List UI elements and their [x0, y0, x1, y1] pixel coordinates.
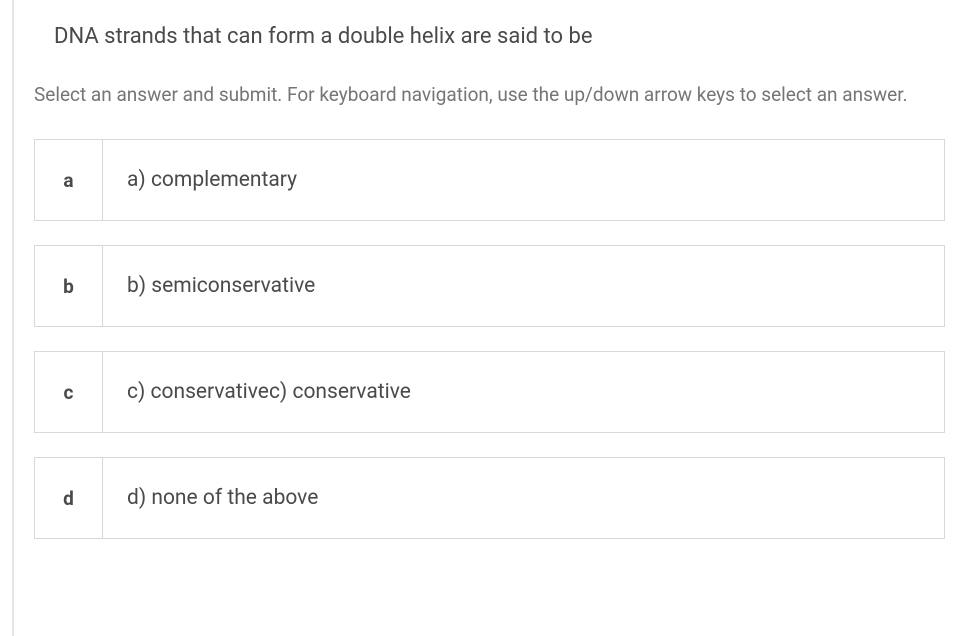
question-text: DNA strands that can form a double helix…: [14, 0, 975, 81]
option-text: c) conservativec) conservative: [103, 352, 944, 432]
option-key: b: [35, 246, 103, 326]
option-key: d: [35, 458, 103, 538]
instructions-text: Select an answer and submit. For keyboar…: [14, 81, 975, 140]
option-text: d) none of the above: [103, 458, 944, 538]
option-text: b) semiconservative: [103, 246, 944, 326]
question-container: DNA strands that can form a double helix…: [12, 0, 975, 636]
options-list: a a) complementary b b) semiconservative…: [14, 139, 975, 539]
option-a[interactable]: a a) complementary: [34, 139, 945, 221]
option-b[interactable]: b b) semiconservative: [34, 245, 945, 327]
option-text: a) complementary: [103, 140, 944, 220]
option-key: a: [35, 140, 103, 220]
option-key: c: [35, 352, 103, 432]
option-d[interactable]: d d) none of the above: [34, 457, 945, 539]
option-c[interactable]: c c) conservativec) conservative: [34, 351, 945, 433]
